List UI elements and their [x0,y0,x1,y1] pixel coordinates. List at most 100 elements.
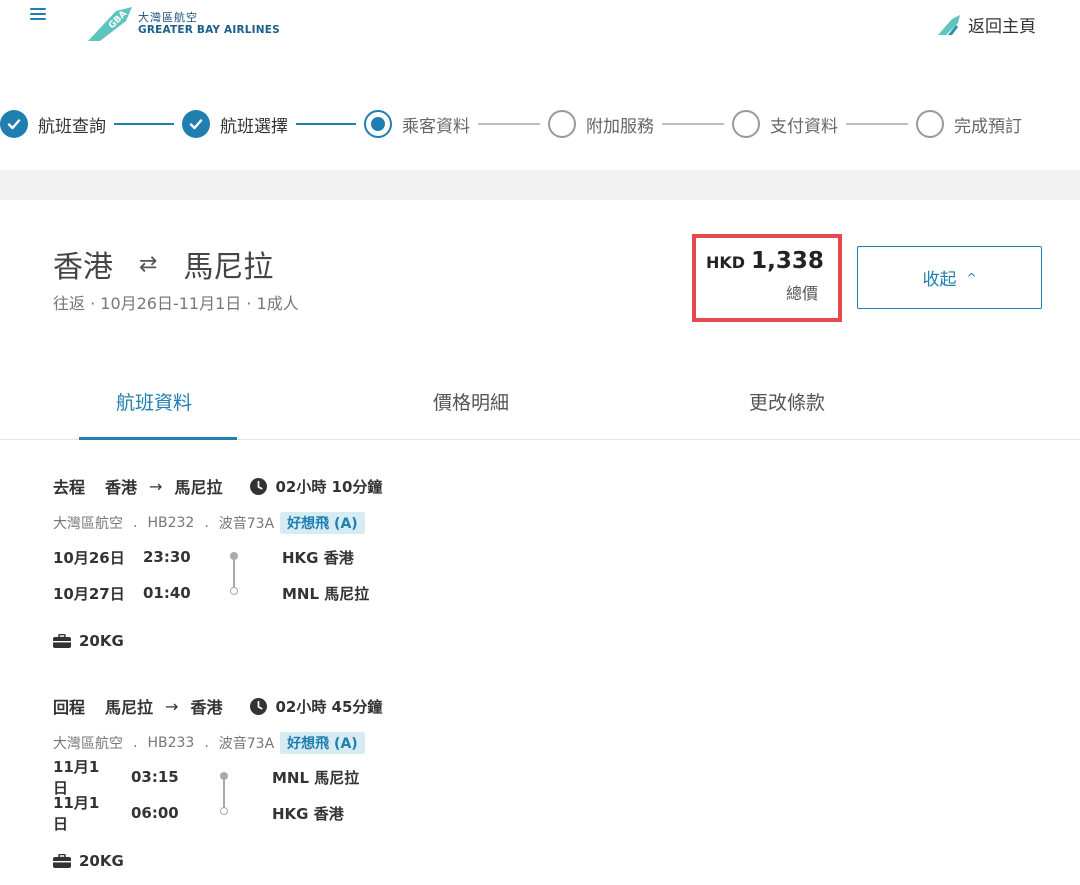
price-currency: HKD [706,253,746,272]
step-add-ons: 附加服務 [548,110,654,138]
leg-to: 馬尼拉 [174,478,223,497]
flight-info-line: 大灣區航空 . HB232 . 波音73A 好想飛 (A) [53,512,553,534]
chevron-up-icon: ^ [966,270,977,285]
arrow-right-icon: → [165,696,179,716]
hamburger-menu-icon[interactable] [30,8,46,22]
price-amount: 1,338 [751,248,824,274]
leg-duration: 02小時 45分鐘 [275,697,383,716]
leg-direction: 去程 [53,478,86,497]
step-payment: 支付資料 [732,110,838,138]
luggage-icon [53,634,71,648]
info-separator: . [133,515,138,531]
leg-from: 香港 [105,478,138,497]
total-price: HKD 1,338 [706,248,824,274]
aircraft-type: 波音73A [218,736,275,752]
step-done-check-icon [182,110,210,138]
round-trip-swap-icon: ⇄ [139,251,158,277]
departure-airport: HKG 香港 [282,549,354,567]
step-label: 乘客資料 [402,116,470,137]
arrow-right-icon: → [149,476,163,496]
fare-class-badge: 好想飛 (A) [280,732,365,754]
baggage-weight: 20KG [79,632,124,650]
price-label: 總價 [785,284,818,303]
tab-price-breakdown[interactable]: 價格明細 [433,388,509,415]
step-pending-icon [732,110,760,138]
collapse-button-label: 收起 [922,270,957,290]
flight-times: 10月26日 23:30 10月27日 01:40 HKG 香港 MNL 馬尼拉 [53,546,553,622]
logo-english-text: GREATER BAY AIRLINES [138,23,280,36]
departure-date: 10月26日 [53,548,125,567]
step-label: 完成預訂 [954,116,1022,137]
step-done-check-icon [0,110,28,138]
arrival-time: 06:00 [131,804,179,822]
leg-duration: 02小時 10分鐘 [275,477,383,496]
arrival-date: 11月1日 [53,794,100,833]
arrival-time-row: 11月1日 06:00 [53,794,179,833]
step-label: 附加服務 [586,116,654,137]
route-destination: 馬尼拉 [183,250,274,285]
airline-name: 大灣區航空 [53,516,123,532]
info-separator: . [204,515,209,531]
route-origin: 香港 [53,250,113,285]
airline-logo[interactable]: GBA 大灣區航空 GREATER BAY AIRLINES [86,6,280,42]
leg-header: 去程 香港 → 馬尼拉 02小時 10分鐘 [53,474,553,498]
leg-from: 馬尼拉 [105,698,154,717]
step-connector [478,123,540,125]
route-title: 香港 ⇄ 馬尼拉 [53,242,273,286]
arrival-airport: MNL 馬尼拉 [282,585,370,603]
logo-chinese-text: 大灣區航空 [138,10,198,24]
outbound-flight: 去程 香港 → 馬尼拉 02小時 10分鐘 大灣區航空 . HB232 . 波音… [53,474,553,652]
clock-icon [250,477,268,495]
header: GBA 大灣區航空 GREATER BAY AIRLINES 返回主頁 [0,0,1080,60]
return-flight: 回程 馬尼拉 → 香港 02小時 45分鐘 大灣區航空 . HB233 . 波音… [53,694,553,872]
step-connector [846,123,908,125]
fare-class-badge: 好想飛 (A) [280,512,365,534]
step-pending-icon [548,110,576,138]
step-complete: 完成預訂 [916,110,1022,138]
timeline-icon [229,552,239,595]
timeline-icon [219,772,229,815]
arrival-airport: HKG 香港 [272,805,344,823]
clock-icon [250,697,268,715]
flight-number: HB232 [147,515,195,531]
total-price-box: HKD 1,338 總價 [692,234,842,322]
info-separator: . [204,735,209,751]
section-divider-band [0,170,1080,200]
tab-change-terms[interactable]: 更改條款 [749,388,825,415]
step-flight-search[interactable]: 航班查詢 [0,110,106,138]
collapse-button[interactable]: 收起 ^ [857,246,1042,309]
detail-tabs: 航班資料 價格明細 更改條款 [0,362,1080,440]
step-passenger-info: 乘客資料 [364,110,470,138]
flight-times: 11月1日 03:15 11月1日 06:00 MNL 馬尼拉 HKG 香港 [53,758,553,842]
step-label: 航班選擇 [220,116,288,137]
departure-time-row: 10月26日 23:30 [53,546,191,568]
baggage-allowance: 20KG [53,630,553,652]
info-separator: . [133,735,138,751]
leg-header: 回程 馬尼拉 → 香港 02小時 45分鐘 [53,694,553,718]
tab-flight-info[interactable]: 航班資料 [116,388,192,415]
step-current-icon [364,110,392,138]
leg-direction: 回程 [53,698,86,717]
step-flight-select[interactable]: 航班選擇 [182,110,288,138]
step-connector [296,123,356,125]
arrival-time: 01:40 [143,584,191,602]
back-to-home-link[interactable]: 返回主頁 [938,12,1036,37]
logo-mark-icon: GBA [88,7,132,41]
arrival-time-row: 10月27日 01:40 [53,582,191,604]
step-connector [114,123,174,125]
departure-time-row: 11月1日 03:15 [53,758,179,797]
home-link-label: 返回主頁 [968,17,1036,37]
booking-progress-stepper: 航班查詢 航班選擇 乘客資料 附加服務 支付資料 完成預訂 [0,104,1080,144]
step-label: 航班查詢 [38,116,106,137]
flight-info-line: 大灣區航空 . HB233 . 波音73A 好想飛 (A) [53,732,553,754]
baggage-allowance: 20KG [53,850,553,872]
luggage-icon [53,854,71,868]
home-tail-icon [938,14,960,35]
step-label: 支付資料 [770,116,838,137]
departure-airport: MNL 馬尼拉 [272,769,360,787]
trip-summary: 香港 ⇄ 馬尼拉 往返 · 10月26日-11月1日 · 1成人 HKD 1,33… [0,200,1080,360]
flight-number: HB233 [147,735,195,751]
active-tab-indicator [79,437,237,440]
arrival-date: 10月27日 [53,584,125,603]
step-pending-icon [916,110,944,138]
